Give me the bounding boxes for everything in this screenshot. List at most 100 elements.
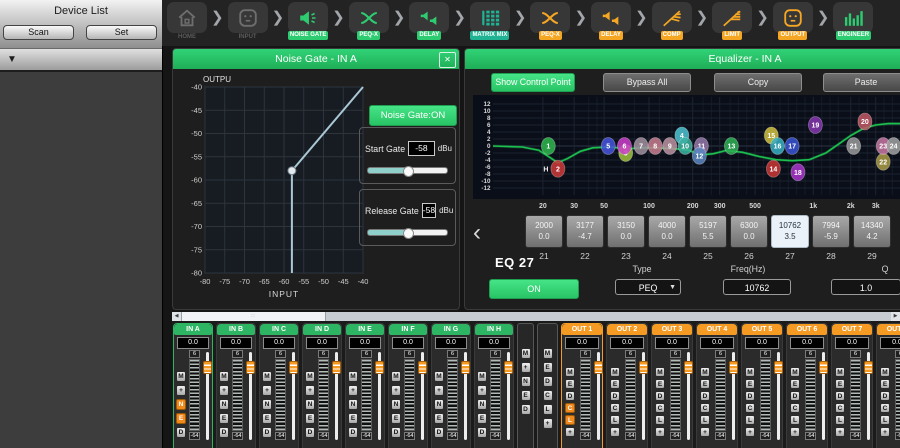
channel-btn-e[interactable]: E [262,413,272,424]
channel-btn-e[interactable]: E [835,379,845,389]
channel-fader[interactable] [289,352,298,444]
channel-btn-plus[interactable]: + [565,427,575,437]
copy-button[interactable]: Copy [714,73,802,92]
eq-point-12[interactable]: 12 [692,147,706,164]
fader-handle[interactable] [504,361,513,374]
eq-point-6[interactable]: 6 [617,138,631,155]
channel-btn-m[interactable]: M [176,371,186,382]
channel-btn-m[interactable]: M [262,371,272,382]
device-dropdown[interactable]: ▼ [0,48,162,72]
channel-fader[interactable] [729,352,738,444]
channel-btn-plus[interactable]: + [745,427,755,437]
eq-band-cell[interactable]: 31500.0 [607,215,645,248]
toolbar-item-delay[interactable]: DELAY [590,2,632,40]
channel-btn-n[interactable]: N [219,399,229,410]
channel-btn-l[interactable]: L [610,415,620,425]
fader-handle[interactable] [729,361,738,374]
channel-label[interactable]: IN C [260,324,298,335]
utility-btn-l[interactable]: L [543,404,553,415]
toolbar-item-noise-gate[interactable]: NOISE GATE [287,2,329,40]
channel-btn-e[interactable]: E [790,379,800,389]
channel-fader[interactable] [864,352,873,444]
eq-band-cell[interactable]: 3177-4.7 [566,215,604,248]
channel-btn-plus[interactable]: + [790,427,800,437]
fader-handle[interactable] [289,361,298,374]
channel-btn-n[interactable]: N [477,399,487,410]
toolbar-item-output[interactable]: OUTPUT [772,2,814,40]
channel-btn-l[interactable]: L [700,415,710,425]
channel-btn-l[interactable]: L [565,415,575,425]
utility-btn-plus[interactable]: + [521,362,531,373]
fader-handle[interactable] [375,361,384,374]
channel-btn-e[interactable]: E [880,379,890,389]
channel-btn-plus[interactable]: + [219,385,229,396]
channel-fader[interactable] [246,352,255,444]
channel-label[interactable]: OUT 6 [787,324,827,335]
channel-btn-m[interactable]: M [835,367,845,377]
channel-fader[interactable] [332,352,341,444]
channel-btn-e[interactable]: E [745,379,755,389]
eq-point-9[interactable]: 9 [663,138,677,155]
start-gate-value[interactable]: -58 [408,141,435,156]
channel-label[interactable]: OUT 7 [832,324,872,335]
channel-btn-d[interactable]: D [565,391,575,401]
channel-btn-plus[interactable]: + [700,427,710,437]
fader-handle[interactable] [461,361,470,374]
channel-btn-plus[interactable]: + [477,385,487,396]
channel-btn-e[interactable]: E [348,413,358,424]
fader-handle[interactable] [594,361,603,374]
channel-btn-l[interactable]: L [655,415,665,425]
utility-btn-c[interactable]: C [543,390,553,401]
channel-btn-n[interactable]: N [348,399,358,410]
paste-button[interactable]: Paste [823,73,900,92]
channel-fader[interactable] [819,352,828,444]
channel-label[interactable]: IN A [174,324,212,335]
channel-btn-d[interactable]: D [176,427,186,438]
channel-btn-plus[interactable]: + [880,427,890,437]
toolbar-item-engineer[interactable]: ENGINEER [832,2,874,40]
channel-btn-m[interactable]: M [434,371,444,382]
toolbar-item-home[interactable]: HOME [166,2,208,40]
start-gate-slider[interactable] [367,167,448,174]
channel-fader[interactable] [594,352,603,444]
close-icon[interactable]: ✕ [439,52,456,68]
fader-handle[interactable] [639,361,648,374]
channel-btn-m[interactable]: M [305,371,315,382]
fader-handle[interactable] [332,361,341,374]
channel-btn-d[interactable]: D [477,427,487,438]
eq-point-8[interactable]: 8 [648,138,662,155]
eq-on-button[interactable]: ON [489,279,579,299]
channel-btn-plus[interactable]: + [348,385,358,396]
toolbar-item-peq-x[interactable]: PEQ-X [529,2,571,40]
channel-btn-plus[interactable]: + [391,385,401,396]
channel-btn-d[interactable]: D [880,391,890,401]
fader-handle[interactable] [684,361,693,374]
channel-btn-plus[interactable]: + [835,427,845,437]
channel-btn-plus[interactable]: + [610,427,620,437]
release-gate-slider[interactable] [367,229,448,236]
channel-btn-d[interactable]: D [655,391,665,401]
bands-prev-icon[interactable]: ‹ [473,219,481,247]
channel-label[interactable]: IN F [389,324,427,335]
eq-band-cell[interactable]: 143404.2 [853,215,891,248]
channel-label[interactable]: OUT 2 [607,324,647,335]
utility-btn-plus[interactable]: + [543,418,553,429]
channel-btn-m[interactable]: M [880,367,890,377]
mixer-scrollbar[interactable]: ◀ ∷ ▶ [172,312,900,321]
channel-btn-c[interactable]: C [700,403,710,413]
channel-btn-e[interactable]: E [434,413,444,424]
channel-btn-d[interactable]: D [348,427,358,438]
channel-btn-n[interactable]: N [391,399,401,410]
eq-point-19[interactable]: 19 [808,117,822,134]
eq-point-18[interactable]: 18 [791,164,805,181]
start-gate-slider-handle[interactable] [403,166,414,177]
channel-btn-d[interactable]: D [391,427,401,438]
channel-btn-plus[interactable]: + [305,385,315,396]
fader-handle[interactable] [819,361,828,374]
channel-label[interactable]: IN D [303,324,341,335]
channel-fader[interactable] [461,352,470,444]
fader-handle[interactable] [203,361,212,374]
eq-point-14[interactable]: 14 [766,160,780,177]
eq-point-5[interactable]: 5 [601,138,615,155]
channel-btn-c[interactable]: C [565,403,575,413]
